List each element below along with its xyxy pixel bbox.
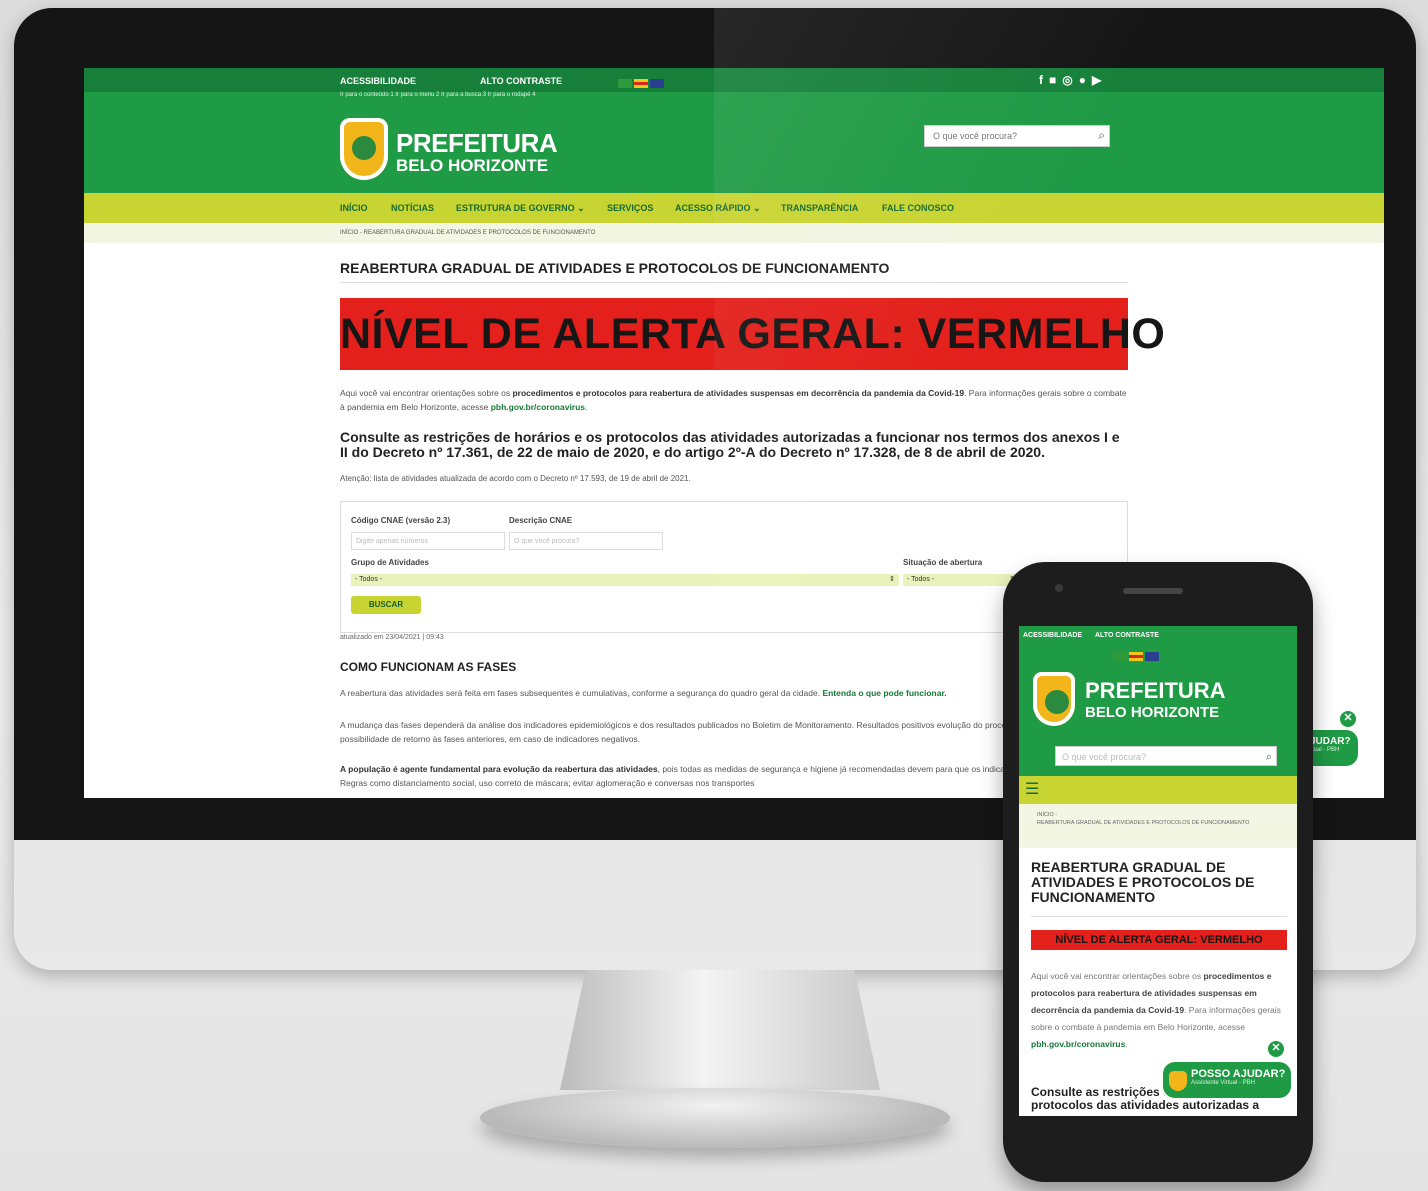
high-contrast-link[interactable]: ALTO CONTRASTE <box>480 76 562 86</box>
hamburger-menu-icon[interactable]: ☰ <box>1025 782 1039 798</box>
nav-acesso-rapido[interactable]: ACESSO RÁPIDO ⌄ <box>675 203 761 214</box>
search-button[interactable]: BUSCAR <box>351 596 421 614</box>
mobile-title-divider <box>1031 916 1287 917</box>
brazil-flag-icon[interactable] <box>1113 652 1127 662</box>
mobile-nav: ☰ <box>1019 776 1297 804</box>
chat-sub: rtual - PBH <box>1310 747 1340 753</box>
utility-bar <box>84 68 1384 92</box>
mobile-search-placeholder: O que você procura? <box>1062 752 1147 762</box>
spain-flag-icon[interactable] <box>634 79 648 89</box>
mobile-breadcrumb-home[interactable]: INÍCIO - <box>1037 812 1267 818</box>
opening-status-value: - Todos - <box>907 576 935 583</box>
uk-flag-icon[interactable] <box>650 79 664 89</box>
chat-label: JUDAR? <box>1310 736 1351 747</box>
mobile-header: ACESSIBILIDADE ALTO CONTRASTE PREFEITURA… <box>1019 626 1297 776</box>
monitor-base <box>480 1088 950 1148</box>
social-icons[interactable]: f■◎●▶ <box>1039 73 1107 87</box>
search-icon[interactable]: ⌕ <box>1098 128 1105 143</box>
search-icon[interactable]: ⌕ <box>1266 747 1272 767</box>
coronavirus-link[interactable]: pbh.gov.br/coronavirus <box>491 402 585 412</box>
desktop-chat-close-icon[interactable]: ✕ <box>1339 710 1357 728</box>
mobile-breadcrumb-page: REABERTURA GRADUAL DE ATIVIDADES E PROTO… <box>1037 820 1250 826</box>
section-heading: Consulte as restrições de horários e os … <box>340 429 1120 460</box>
mobile-language-flags[interactable] <box>1113 648 1161 666</box>
intro-bold: procedimentos e protocolos para reabertu… <box>512 388 965 398</box>
mobile-logo-line-2: BELO HORIZONTE <box>1085 704 1220 721</box>
phases-heading: COMO FUNCIONAM AS FASES <box>340 660 517 674</box>
intro-paragraph: Aqui você vai encontrar orientações sobr… <box>340 388 1127 412</box>
intro-text: Aqui você vai encontrar orientações sobr… <box>340 388 513 398</box>
mobile-chat-widget[interactable]: POSSO AJUDAR? Assistente Virtual - PBH <box>1161 1060 1293 1100</box>
main-nav: INÍCIO NOTÍCIAS ESTRUTURA DE GOVERNO ⌄ S… <box>84 193 1384 223</box>
nav-transparencia[interactable]: TRANSPARÊNCIA <box>781 203 858 213</box>
select-arrows-icon: ⇕ <box>889 576 895 583</box>
city-crest-icon <box>1033 672 1075 726</box>
logo-line-1: PREFEITURA <box>396 128 558 158</box>
opening-status-select[interactable]: - Todos -⇕ <box>903 574 1019 586</box>
youtube-icon[interactable]: ▶ <box>1092 73 1107 87</box>
mobile-contrast-link[interactable]: ALTO CONTRASTE <box>1095 632 1159 639</box>
mobile-accessibility-link[interactable]: ACESSIBILIDADE <box>1023 632 1082 639</box>
accessibility-link[interactable]: ACESSIBILIDADE <box>340 76 416 86</box>
nav-fale-conosco[interactable]: FALE CONOSCO <box>882 203 954 213</box>
page-title: REABERTURA GRADUAL DE ATIVIDADES E PROTO… <box>340 260 890 276</box>
understand-link[interactable]: Entenda o que pode funcionar. <box>822 688 946 698</box>
facebook-icon[interactable]: f <box>1039 73 1049 87</box>
cnae-code-field[interactable]: Digite apenas números <box>351 532 505 550</box>
language-flags[interactable] <box>618 75 666 93</box>
mobile-search-input[interactable]: O que você procura? ⌕ <box>1055 746 1277 766</box>
mobile-breadcrumb: INÍCIO - REABERTURA GRADUAL DE ATIVIDADE… <box>1019 804 1297 848</box>
alert-banner: NÍVEL DE ALERTA GERAL: VERMELHO <box>340 298 1165 370</box>
description-label: Descrição CNAE <box>509 516 573 525</box>
header-search[interactable]: ⌕ <box>924 125 1110 147</box>
updated-timestamp: atualizado em 23/04/2021 | 09:43 <box>340 634 444 641</box>
search-input[interactable] <box>931 126 1085 146</box>
activity-group-value: - Todos - <box>355 576 383 583</box>
phone-speaker <box>1123 588 1183 594</box>
front-camera <box>1055 584 1063 592</box>
phases-text: A reabertura das atividades será feita e… <box>340 688 823 698</box>
uk-flag-icon[interactable] <box>1145 652 1159 662</box>
mobile-coronavirus-link[interactable]: pbh.gov.br/coronavirus <box>1031 1039 1125 1049</box>
chat-label: POSSO AJUDAR? <box>1191 1068 1286 1080</box>
mobile-chat-close-icon[interactable]: ✕ <box>1267 1040 1285 1058</box>
mobile-intro-paragraph: Aqui você vai encontrar orientações sobr… <box>1031 971 1281 1049</box>
logo-line-2: BELO HORIZONTE <box>396 156 549 175</box>
chat-sub: Assistente Virtual - PBH <box>1191 1080 1255 1086</box>
city-crest-icon <box>340 118 388 180</box>
group-label: Grupo de Atividades <box>351 558 429 567</box>
spain-flag-icon[interactable] <box>1129 652 1143 662</box>
mobile-page-title: REABERTURA GRADUAL DE ATIVIDADES E PROTO… <box>1031 859 1255 905</box>
mobile-logo-line-1: PREFEITURA <box>1085 678 1226 703</box>
activity-group-select[interactable]: - Todos - ⇕ <box>351 574 899 586</box>
breadcrumb-text[interactable]: INÍCIO - REABERTURA GRADUAL DE ATIVIDADE… <box>340 230 595 236</box>
mobile-alert-banner: NÍVEL DE ALERTA GERAL: VERMELHO <box>1031 930 1287 950</box>
mobile-phone: ACESSIBILIDADE ALTO CONTRASTE PREFEITURA… <box>1003 562 1313 1182</box>
nav-noticias[interactable]: NOTÍCIAS <box>391 203 434 213</box>
mobile-intro-text: Aqui você vai encontrar orientações sobr… <box>1031 971 1204 981</box>
site-header: ACESSIBILIDADE ALTO CONTRASTE Ir para o … <box>84 68 1384 193</box>
skip-links[interactable]: Ir para o conteúdo 1 Ir para o menu 2 Ir… <box>340 92 535 98</box>
cnae-description-field[interactable]: O que você procura? <box>509 532 663 550</box>
assistant-avatar-icon <box>1169 1071 1187 1091</box>
nav-servicos[interactable]: SERVIÇOS <box>607 203 653 213</box>
breadcrumb: INÍCIO - REABERTURA GRADUAL DE ATIVIDADE… <box>84 223 1384 243</box>
title-divider <box>340 282 1128 283</box>
attention-note: Atenção: lista de atividades atualizada … <box>340 474 691 483</box>
mobile-screen: ACESSIBILIDADE ALTO CONTRASTE PREFEITURA… <box>1019 626 1297 1116</box>
nav-inicio[interactable]: INÍCIO <box>340 203 368 213</box>
flickr-icon[interactable]: ● <box>1079 73 1092 87</box>
status-label: Situação de abertura <box>903 558 983 567</box>
cnae-label: Código CNAE (versão 2.3) <box>351 516 451 525</box>
phases-bold: A população é agente fundamental para ev… <box>340 764 658 774</box>
brazil-flag-icon[interactable] <box>618 79 632 89</box>
twitter-icon[interactable]: ■ <box>1049 73 1062 87</box>
nav-estrutura[interactable]: ESTRUTURA DE GOVERNO ⌄ <box>456 203 585 214</box>
instagram-icon[interactable]: ◎ <box>1062 73 1078 87</box>
monitor-stand <box>560 970 880 1090</box>
